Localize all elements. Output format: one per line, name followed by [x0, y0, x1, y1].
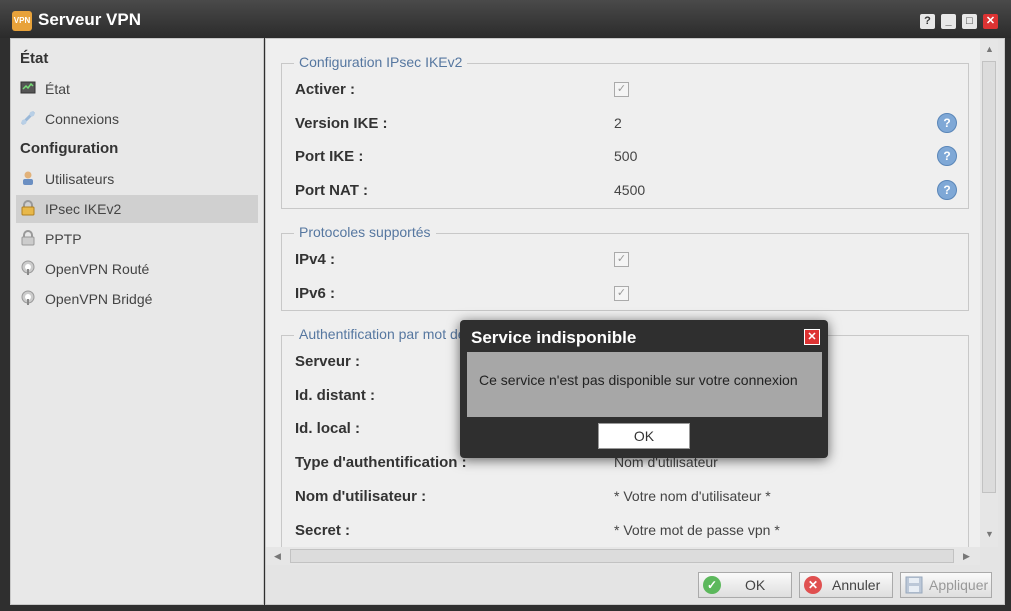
help-icon[interactable]: ?: [937, 180, 957, 200]
sidebar-item-label: Connexions: [45, 111, 119, 127]
scrollbar-thumb[interactable]: [290, 549, 954, 563]
close-icon[interactable]: ✕: [983, 14, 998, 29]
scrollbar-thumb[interactable]: [982, 61, 996, 493]
row-secret: Secret : * Votre mot de passe vpn *: [295, 520, 965, 542]
secret-value: * Votre mot de passe vpn *: [614, 522, 780, 538]
lock-icon: [21, 230, 35, 246]
sidebar-item-label: OpenVPN Bridgé: [45, 291, 153, 307]
field-label: IPv4 :: [295, 251, 336, 268]
ipv4-checkbox[interactable]: ✓: [614, 252, 629, 267]
sidebar-item-pptp[interactable]: PPTP: [16, 225, 258, 253]
check-icon: ✓: [703, 576, 721, 594]
scroll-up-icon[interactable]: ▲: [985, 44, 994, 54]
row-port-nat: Port NAT : 4500 ?: [295, 180, 965, 202]
window-title: Serveur VPN: [38, 10, 141, 29]
sidebar-item-label: PPTP: [45, 231, 82, 247]
service-unavailable-dialog: Service indisponible ✕ Ce service n'est …: [460, 320, 828, 458]
sidebar-item-label: IPsec IKEv2: [45, 201, 122, 217]
port-nat-value: 4500: [614, 182, 646, 198]
sidebar-item-utilisateurs[interactable]: Utilisateurs: [16, 165, 258, 193]
dialog-ok-button[interactable]: OK: [598, 423, 690, 449]
field-label: Type d'authentification :: [295, 454, 467, 471]
close-icon[interactable]: ✕: [804, 329, 820, 345]
dialog-message: Ce service n'est pas disponible sur votr…: [479, 372, 798, 388]
field-label: Port NAT :: [295, 182, 369, 199]
group-ipsec-config: Configuration IPsec IKEv2 Activer : ✓ Ve…: [281, 54, 969, 209]
row-ipv6: IPv6 : ✓: [295, 283, 965, 305]
sidebar-section-etat: État: [20, 50, 49, 67]
horizontal-scrollbar[interactable]: ◀ ▶: [266, 547, 980, 565]
help-icon[interactable]: ?: [920, 14, 935, 29]
row-version-ike: Version IKE : 2 ?: [295, 113, 965, 135]
openvpn-icon: [21, 290, 35, 305]
field-label: IPv6 :: [295, 285, 336, 302]
sidebar-section-configuration: Configuration: [20, 140, 119, 157]
group-title: Authentification par mot de: [294, 326, 471, 342]
sidebar-item-openvpn-route[interactable]: OpenVPN Routé: [16, 255, 258, 283]
connections-icon: [20, 110, 36, 126]
vertical-scrollbar[interactable]: ▲ ▼: [980, 39, 998, 547]
vpn-app-icon: VPN: [12, 11, 32, 31]
sidebar-item-openvpn-bridge[interactable]: OpenVPN Bridgé: [16, 285, 258, 313]
sidebar-item-label: Utilisateurs: [45, 171, 115, 187]
user-icon: [23, 171, 33, 185]
ok-button[interactable]: ✓ OK: [698, 572, 792, 598]
dialog-title: Service indisponible: [471, 328, 637, 347]
cancel-button[interactable]: ✕ Annuler: [799, 572, 893, 598]
port-ike-value: 500: [614, 148, 638, 164]
sidebar-item-label: OpenVPN Routé: [45, 261, 150, 277]
save-icon: [905, 576, 923, 594]
group-title: Protocoles supportés: [294, 224, 436, 240]
field-label: Nom d'utilisateur :: [295, 488, 427, 505]
activer-checkbox[interactable]: ✓: [614, 82, 629, 97]
field-label: Id. distant :: [295, 387, 375, 404]
version-ike-value: 2: [614, 115, 622, 131]
maximize-icon[interactable]: □: [962, 14, 977, 29]
nom-utilisateur-value: * Votre nom d'utilisateur *: [614, 488, 771, 504]
status-monitor-icon: [20, 81, 36, 94]
group-title: Configuration IPsec IKEv2: [294, 54, 468, 70]
sidebar-item-etat[interactable]: État: [16, 75, 258, 103]
field-label: Secret :: [295, 522, 351, 539]
row-activer: Activer : ✓: [295, 79, 965, 101]
scroll-right-icon[interactable]: ▶: [963, 551, 970, 562]
cancel-icon: ✕: [804, 576, 822, 594]
window: VPN Serveur VPN ? _ □ ✕ État État Connex…: [0, 0, 1011, 611]
scroll-left-icon[interactable]: ◀: [274, 551, 281, 562]
openvpn-icon: [21, 260, 35, 275]
field-label: Version IKE :: [295, 115, 388, 132]
ok-button-label: OK: [745, 577, 766, 593]
apply-button-label: Appliquer: [929, 577, 989, 593]
field-label: Port IKE :: [295, 148, 364, 165]
group-protocols: Protocoles supportés IPv4 : ✓ IPv6 : ✓: [281, 224, 969, 311]
title-bar[interactable]: VPN Serveur VPN ? _ □ ✕: [0, 0, 1011, 38]
row-port-ike: Port IKE : 500 ?: [295, 146, 965, 168]
row-nom-utilisateur: Nom d'utilisateur : * Votre nom d'utilis…: [295, 486, 965, 508]
dialog-body: Ce service n'est pas disponible sur votr…: [467, 352, 822, 417]
sidebar-item-ipsec-ikev2[interactable]: IPsec IKEv2: [16, 195, 258, 223]
help-icon[interactable]: ?: [937, 146, 957, 166]
cancel-button-label: Annuler: [832, 577, 881, 593]
apply-button[interactable]: Appliquer: [900, 572, 992, 598]
sidebar-item-connexions[interactable]: Connexions: [16, 105, 258, 133]
sidebar-item-label: État: [45, 81, 70, 97]
field-label: Activer :: [295, 81, 356, 98]
form-content: Configuration IPsec IKEv2 Activer : ✓ Ve…: [266, 39, 980, 547]
field-label: Id. local :: [295, 420, 361, 437]
minimize-icon[interactable]: _: [941, 14, 956, 29]
scroll-down-icon[interactable]: ▼: [985, 529, 994, 539]
field-label: Serveur :: [295, 353, 361, 370]
help-icon[interactable]: ?: [937, 113, 957, 133]
row-ipv4: IPv4 : ✓: [295, 249, 965, 271]
sidebar: État État Connexions Configuration Utili…: [10, 38, 264, 605]
lock-icon: [21, 200, 35, 216]
ipv6-checkbox[interactable]: ✓: [614, 286, 629, 301]
